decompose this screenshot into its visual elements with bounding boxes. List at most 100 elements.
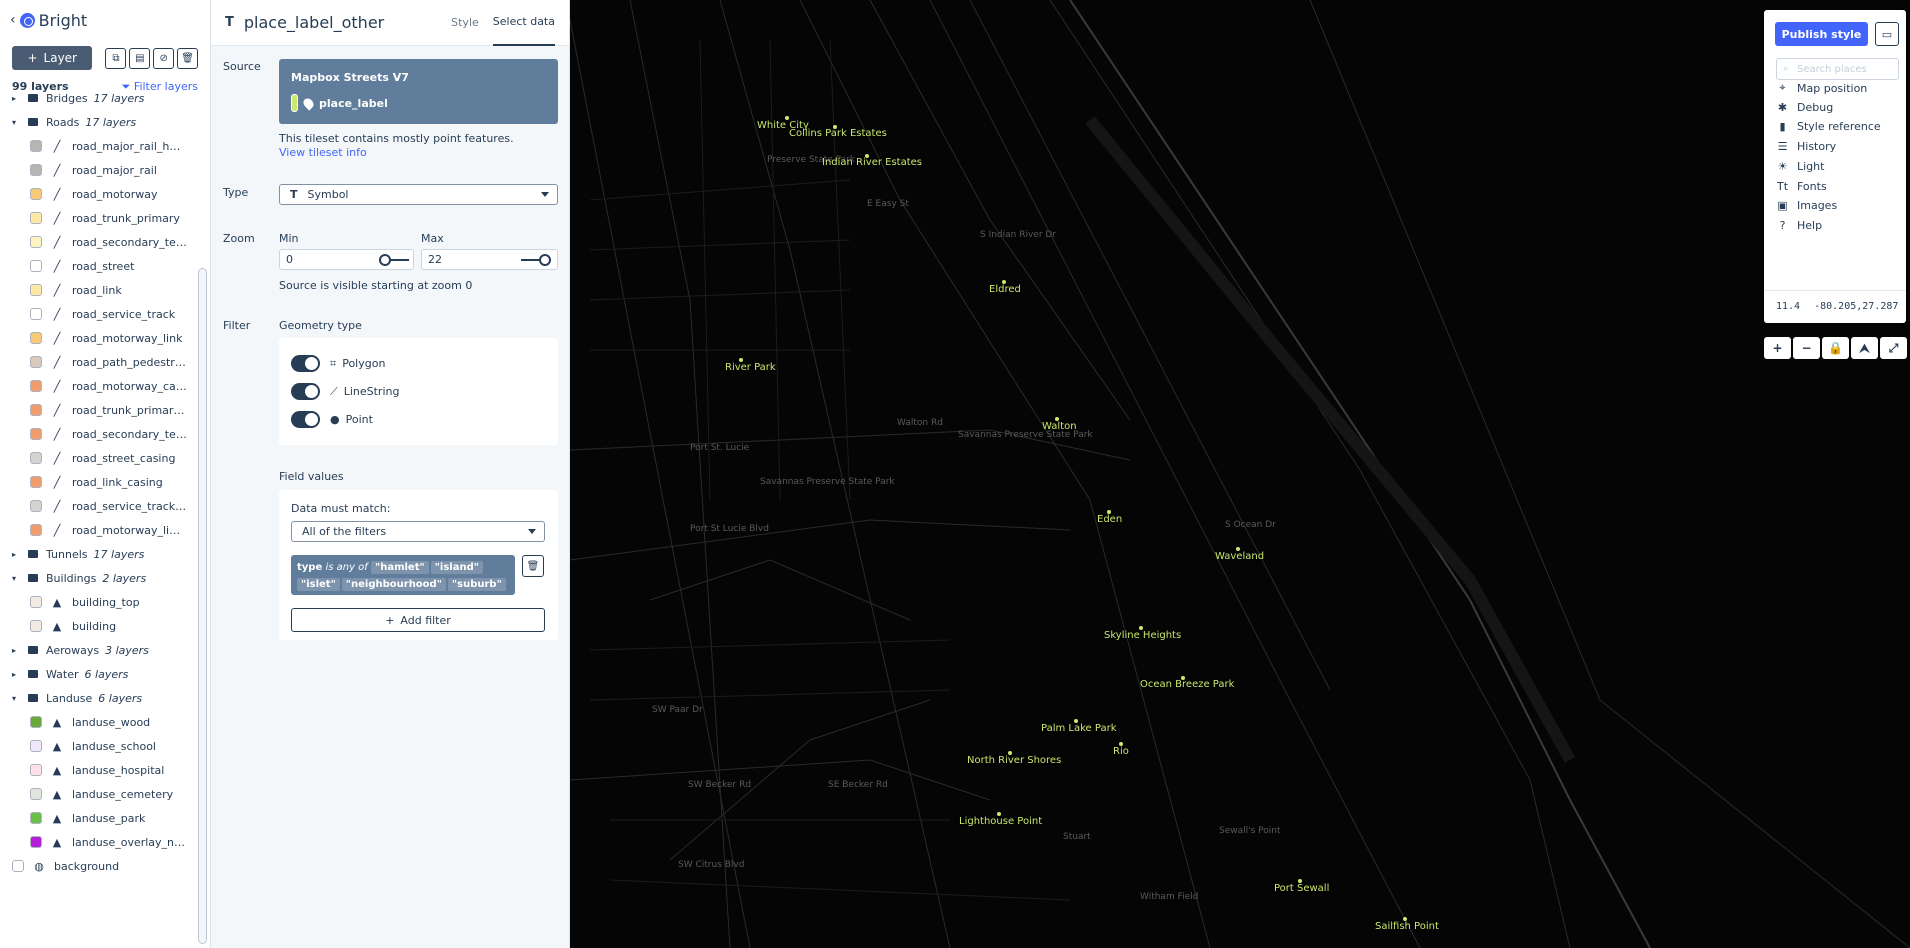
view-tileset-link[interactable]: View tileset info — [279, 146, 367, 159]
layer-group-bridges[interactable]: ▸ Bridges 17 layers — [0, 88, 196, 110]
max-label: Max — [421, 232, 444, 245]
layer-item[interactable]: ╱ road_motorway_casing — [0, 374, 196, 398]
caret-down-icon[interactable]: ▾ — [12, 694, 22, 703]
min-zoom-knob[interactable] — [379, 254, 391, 266]
symbol-type-icon: T — [225, 15, 234, 30]
layer-item[interactable]: ▲ building_top — [0, 590, 196, 614]
source-title: Mapbox Streets V7 — [291, 71, 409, 84]
search-placeholder: Search places — [1797, 63, 1867, 75]
layer-item[interactable]: ╱ road_service_track — [0, 302, 196, 326]
layer-item[interactable]: ▲ landuse_wood — [0, 710, 196, 734]
fullscreen-icon[interactable]: ⤢ — [1880, 337, 1907, 359]
layer-item[interactable]: ╱ road_street — [0, 254, 196, 278]
layer-item[interactable]: ╱ road_motorway — [0, 182, 196, 206]
add-layer-button[interactable]: + Layer — [12, 46, 93, 70]
fill-layer-icon: ▲ — [52, 763, 62, 777]
layer-item[interactable]: ▲ landuse_cemetery — [0, 782, 196, 806]
delete-layer-icon[interactable]: 🗑 — [177, 47, 198, 69]
layer-item[interactable]: ╱ road_link — [0, 278, 196, 302]
linestring-toggle[interactable] — [291, 383, 320, 400]
back-chevron-icon[interactable]: ‹ — [10, 12, 16, 28]
max-zoom-knob[interactable] — [539, 254, 551, 266]
layer-group-aeroways[interactable]: ▸ Aeroways 3 layers — [0, 638, 196, 662]
layer-item[interactable]: ▲ landuse_park — [0, 806, 196, 830]
layer-item[interactable]: ╱ road_motorway_link — [0, 326, 196, 350]
save-icon[interactable]: ▭ — [1875, 22, 1899, 46]
duplicate-layer-icon[interactable]: ⧉ — [105, 47, 127, 69]
geometry-linestring[interactable]: ⟋ LineString — [291, 383, 399, 400]
menu-label: History — [1797, 140, 1837, 154]
layer-group-landuse[interactable]: ▾ Landuse 6 layers — [0, 686, 196, 710]
layer-name: road_motorway — [72, 187, 158, 201]
layer-item[interactable]: ╱ road_secondary_tertia… — [0, 422, 196, 446]
layer-item[interactable]: ╱ road_motorway_link_c… — [0, 518, 196, 542]
layer-name[interactable]: place_label_other — [244, 13, 384, 32]
layer-name: building — [72, 619, 117, 633]
layer-group-roads[interactable]: ▾ Roads 17 layers — [0, 110, 196, 134]
match-select[interactable]: All of the filters — [291, 521, 545, 542]
menu-help[interactable]: ? Help — [1776, 219, 1823, 232]
menu-label: Debug — [1797, 100, 1834, 114]
menu-history[interactable]: ☰ History — [1776, 140, 1837, 154]
layer-item[interactable]: ╱ road_link_casing — [0, 470, 196, 494]
line-layer-icon: ╱ — [53, 259, 61, 273]
source-selector[interactable]: Mapbox Streets V7 place_label — [279, 59, 558, 124]
layer-list-scrollbar[interactable] — [198, 268, 207, 944]
map-canvas[interactable]: Preserve State Park E Easy St Port St. L… — [570, 0, 1910, 948]
menu-light[interactable]: ☀ Light — [1776, 159, 1825, 173]
book-icon: ▮ — [1779, 120, 1786, 134]
hide-layer-icon[interactable]: ⊘ — [153, 47, 175, 69]
group-layers-icon[interactable]: ▤ — [129, 47, 151, 69]
layer-color-swatch — [30, 284, 42, 296]
polygon-toggle[interactable] — [291, 355, 320, 372]
caret-right-icon[interactable]: ▸ — [12, 646, 22, 655]
type-select[interactable]: T Symbol — [279, 184, 558, 205]
caret-right-icon[interactable]: ▸ — [12, 94, 22, 103]
layer-group-water[interactable]: ▸ Water 6 layers — [0, 662, 196, 686]
point-toggle[interactable] — [291, 411, 320, 428]
zoom-in-button[interactable]: + — [1764, 337, 1791, 359]
geometry-point[interactable]: ● Point — [291, 411, 373, 428]
add-filter-button[interactable]: + Add filter — [291, 608, 545, 632]
lock-icon[interactable]: 🔒 — [1822, 337, 1849, 359]
menu-map-position[interactable]: ⌖ Map position — [1776, 81, 1867, 95]
layer-group-tunnels[interactable]: ▸ Tunnels 17 layers — [0, 542, 196, 566]
fill-layer-icon: ▲ — [52, 739, 62, 753]
layer-item[interactable]: ▲ landuse_hospital — [0, 758, 196, 782]
layer-item-background[interactable]: ◍ background — [0, 854, 196, 878]
caret-right-icon[interactable]: ▸ — [12, 670, 22, 679]
layer-item[interactable]: ╱ road_path_pedestrian — [0, 350, 196, 374]
menu-debug[interactable]: ✱ Debug — [1776, 101, 1833, 114]
menu-style-reference[interactable]: ▮ Style reference — [1776, 120, 1880, 134]
layer-item[interactable]: ╱ road_major_rail — [0, 158, 196, 182]
light-icon: ☀ — [1777, 159, 1788, 173]
layer-group-buildings[interactable]: ▾ Buildings 2 layers — [0, 566, 196, 590]
caret-down-icon[interactable]: ▾ — [12, 118, 22, 127]
layer-item[interactable]: ╱ road_secondary_tertiary — [0, 230, 196, 254]
tab-select-data[interactable]: Select data — [492, 0, 555, 46]
compass-icon[interactable]: ⮝ — [1851, 337, 1878, 359]
menu-fonts[interactable]: Tt Fonts — [1776, 180, 1827, 193]
publish-style-button[interactable]: Publish style — [1775, 22, 1868, 46]
layer-name: road_trunk_primary — [72, 211, 180, 225]
crosshair-icon: ⌖ — [1779, 81, 1786, 94]
layer-item[interactable]: ▲ building — [0, 614, 196, 638]
geometry-polygon[interactable]: ⌗ Polygon — [291, 355, 385, 372]
delete-filter-icon[interactable]: 🗑 — [522, 555, 544, 577]
layer-item[interactable]: ▲ landuse_overlay_natio… — [0, 830, 196, 854]
layer-item[interactable]: ╱ road_trunk_primary_ca… — [0, 398, 196, 422]
zoom-out-button[interactable]: − — [1793, 337, 1820, 359]
map-label: Savannas Preserve State Park — [760, 477, 895, 487]
caret-down-icon[interactable]: ▾ — [12, 574, 22, 583]
tab-style[interactable]: Style — [451, 0, 479, 46]
search-places-input[interactable]: ⌕ Search places — [1776, 58, 1899, 80]
caret-right-icon[interactable]: ▸ — [12, 550, 22, 559]
line-layer-icon: ╱ — [53, 163, 61, 177]
menu-images[interactable]: ▣ Images — [1776, 199, 1837, 212]
filter-expression[interactable]: type is any of "hamlet" "island" "islet" "… — [291, 555, 515, 595]
layer-item[interactable]: ╱ road_major_rail_hatchi… — [0, 134, 196, 158]
layer-item[interactable]: ╱ road_service_track_cas… — [0, 494, 196, 518]
layer-item[interactable]: ╱ road_street_casing — [0, 446, 196, 470]
layer-item[interactable]: ▲ landuse_school — [0, 734, 196, 758]
layer-item[interactable]: ╱ road_trunk_primary — [0, 206, 196, 230]
